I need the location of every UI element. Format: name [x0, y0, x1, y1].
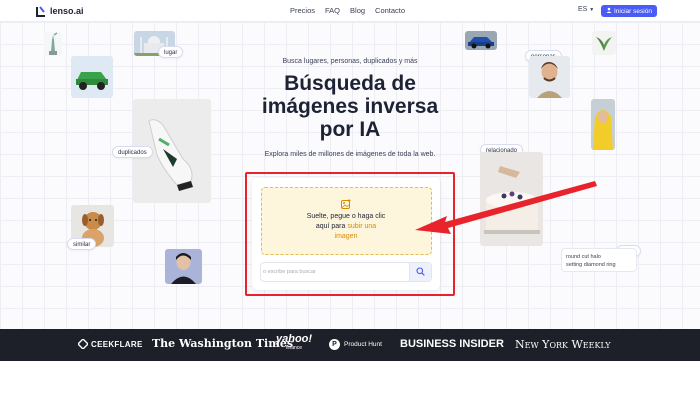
product-hunt-icon: P — [329, 339, 340, 350]
language-label: ES — [578, 6, 588, 13]
nav-blog[interactable]: Blog — [350, 6, 365, 15]
plant-image — [592, 31, 616, 55]
tag-duplicados: duplicados — [112, 146, 153, 158]
chevron-down-icon: ▼ — [589, 7, 595, 13]
login-button[interactable]: Iniciar sesión — [601, 5, 657, 17]
logo-product-hunt: P Product Hunt — [329, 339, 382, 350]
nav-contacto[interactable]: Contacto — [375, 6, 405, 15]
texto-example-card: round cut halo setting diamond ring — [561, 248, 637, 272]
nav-precios[interactable]: Precios — [290, 6, 315, 15]
press-logos-band: CEEKFLARE The Washington Times yahoo! fi… — [0, 329, 700, 361]
title-line-2: imágenes inversa — [261, 95, 439, 118]
user-icon — [606, 7, 612, 15]
red-arrow-annotation — [405, 178, 600, 245]
green-car-image — [71, 56, 113, 98]
logo-ceekflare: CEEKFLARE — [78, 339, 143, 349]
page-title: Búsqueda de imágenes inversa por IA — [230, 72, 470, 141]
logo-new-york-weekly: New York Weekly — [515, 338, 611, 351]
logo-finance-text: finance — [285, 345, 303, 351]
texto-card-line2: setting diamond ring — [566, 262, 616, 268]
statue-of-liberty-image — [44, 32, 62, 56]
language-selector[interactable]: ES ▼ — [578, 6, 594, 13]
logo-product-hunt-text: Product Hunt — [344, 341, 382, 348]
woman-portrait-image — [165, 249, 202, 284]
logo-yahoo-text: yahoo! — [276, 333, 313, 345]
lenso-logo-icon — [36, 5, 46, 17]
title-line-3: por IA — [319, 118, 381, 141]
nav-faq[interactable]: FAQ — [325, 6, 340, 15]
page-footer-area — [0, 361, 700, 400]
yellow-raincoat-image — [591, 99, 615, 150]
logo-washington-times: The Washington Times — [152, 337, 294, 350]
main-nav: Precios FAQ Blog Contacto — [290, 6, 405, 15]
top-navbar: lenso.ai Precios FAQ Blog Contacto ES ▼ … — [0, 0, 700, 22]
tag-similar: similar — [67, 238, 97, 250]
hero-subtitle: Explora miles de millones de imágenes de… — [264, 151, 436, 158]
logo-ceekflare-text: CEEKFLARE — [91, 339, 143, 349]
title-line-1: Búsqueda de — [284, 72, 416, 95]
logo-business-insider: BUSINESS INSIDER — [400, 338, 504, 350]
logo-yahoo-finance: yahoo! finance — [276, 333, 312, 351]
tag-lugar: lugar — [158, 46, 184, 58]
hero-eyebrow: Busca lugares, personas, duplicados y má… — [282, 58, 418, 65]
logo[interactable]: lenso.ai — [36, 5, 84, 17]
man-portrait-image — [529, 56, 570, 98]
blue-car-image — [465, 31, 497, 50]
ceekflare-icon — [78, 339, 88, 349]
texto-card-line1: round cut halo — [566, 254, 601, 260]
logo-text: lenso.ai — [50, 6, 84, 16]
login-label: Iniciar sesión — [614, 7, 652, 15]
